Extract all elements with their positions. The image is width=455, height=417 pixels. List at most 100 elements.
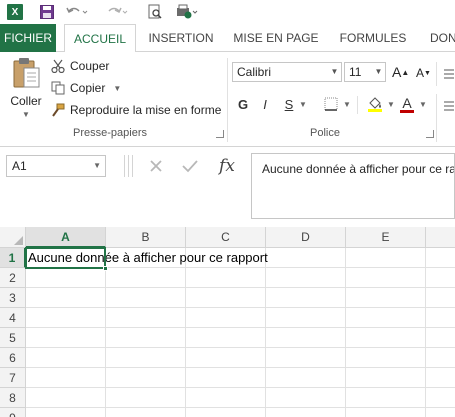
tab-formulas[interactable]: FORMULES — [334, 24, 412, 52]
column-header-a[interactable]: A — [26, 227, 106, 248]
grid-cell[interactable] — [186, 268, 266, 288]
grid-cell[interactable] — [426, 388, 455, 408]
grid-cell[interactable] — [346, 248, 426, 268]
customize-icon[interactable] — [174, 2, 200, 22]
grid-cell[interactable] — [266, 288, 346, 308]
formula-input[interactable]: Aucune donnée à afficher pour ce rapport — [251, 153, 455, 219]
copy-button[interactable]: Copier ▼ — [50, 78, 121, 98]
borders-button[interactable] — [320, 94, 342, 114]
underline-button[interactable]: S — [282, 94, 296, 114]
format-painter-button[interactable]: Reproduire la mise en forme — [50, 100, 221, 120]
grid-cell[interactable] — [426, 368, 455, 388]
align-icon[interactable] — [444, 64, 454, 84]
row-header-9[interactable]: 9 — [0, 408, 26, 417]
clipboard-launcher-icon[interactable] — [216, 130, 224, 138]
row-header-3[interactable]: 3 — [0, 288, 26, 308]
grid-cell[interactable] — [266, 408, 346, 417]
grid-cell[interactable] — [26, 348, 106, 368]
grid-cell[interactable] — [186, 368, 266, 388]
grid-cell[interactable] — [346, 268, 426, 288]
grid-cell[interactable] — [186, 348, 266, 368]
grid-cell[interactable] — [106, 248, 186, 268]
borders-dropdown-icon[interactable]: ▼ — [342, 94, 352, 114]
font-color-dropdown-icon[interactable]: ▼ — [418, 94, 428, 114]
grid-cell[interactable] — [106, 348, 186, 368]
grid-cell[interactable] — [266, 308, 346, 328]
grid-cell[interactable] — [186, 408, 266, 417]
enter-check-icon[interactable] — [178, 155, 202, 177]
row-header-6[interactable]: 6 — [0, 348, 26, 368]
column-header-e[interactable]: E — [346, 227, 426, 248]
active-cell-cursor[interactable] — [25, 247, 108, 271]
tab-home[interactable]: ACCUEIL — [64, 24, 136, 53]
grid-cell[interactable] — [346, 308, 426, 328]
fill-color-dropdown-icon[interactable]: ▼ — [386, 94, 396, 114]
tab-data[interactable]: DON — [424, 24, 455, 52]
grid-cell[interactable] — [26, 308, 106, 328]
grid-cell[interactable] — [186, 288, 266, 308]
grid-cell[interactable] — [346, 408, 426, 417]
grid-cell[interactable] — [26, 288, 106, 308]
font-color-button[interactable]: A — [398, 94, 416, 114]
grid-cell[interactable] — [266, 268, 346, 288]
row-header-4[interactable]: 4 — [0, 308, 26, 328]
grid-cell[interactable] — [426, 308, 455, 328]
grid-cell[interactable] — [26, 368, 106, 388]
grid-cell[interactable] — [346, 288, 426, 308]
paste-dropdown-icon[interactable]: ▼ — [22, 110, 30, 119]
grid-cell[interactable] — [266, 368, 346, 388]
insert-function-button[interactable]: fx — [214, 155, 240, 177]
grid-cell[interactable] — [186, 328, 266, 348]
shrink-font-button[interactable]: A ▼ — [416, 63, 431, 83]
grid-cell[interactable] — [106, 388, 186, 408]
grow-font-button[interactable]: A ▲ — [392, 62, 409, 82]
grid-cell[interactable] — [266, 248, 346, 268]
align-bottom-icon[interactable] — [444, 96, 454, 116]
italic-button[interactable]: I — [258, 94, 272, 114]
font-launcher-icon[interactable] — [426, 130, 434, 138]
grid-cell[interactable] — [426, 348, 455, 368]
grid-cell[interactable] — [266, 388, 346, 408]
fill-handle[interactable] — [103, 266, 108, 271]
paste-button[interactable]: Coller ▼ — [6, 56, 46, 126]
column-header-b[interactable]: B — [106, 227, 186, 248]
underline-dropdown-icon[interactable]: ▼ — [298, 94, 308, 114]
grid-cell[interactable] — [426, 288, 455, 308]
grid-cell[interactable] — [106, 288, 186, 308]
grid-cell[interactable] — [26, 408, 106, 417]
grid-cell[interactable] — [426, 408, 455, 417]
grid-cell[interactable] — [186, 388, 266, 408]
grid-cell[interactable] — [186, 308, 266, 328]
grid-cell[interactable] — [106, 368, 186, 388]
grid-cell[interactable] — [266, 348, 346, 368]
save-icon[interactable] — [38, 2, 56, 22]
font-name-select[interactable]: Calibri ▼ — [232, 62, 342, 82]
fill-color-button[interactable] — [364, 94, 386, 114]
undo-icon[interactable] — [64, 2, 90, 22]
tab-insert[interactable]: INSERTION — [144, 24, 218, 52]
grid-cell[interactable] — [346, 368, 426, 388]
column-header-c[interactable]: C — [186, 227, 266, 248]
row-header-5[interactable]: 5 — [0, 328, 26, 348]
tab-page-layout[interactable]: MISE EN PAGE — [228, 24, 324, 52]
grid-cell[interactable] — [26, 328, 106, 348]
grid-cell[interactable] — [106, 308, 186, 328]
cancel-icon[interactable] — [144, 155, 168, 177]
tab-file[interactable]: FICHIER — [0, 24, 56, 52]
grid-cell[interactable] — [106, 268, 186, 288]
row-header-2[interactable]: 2 — [0, 268, 26, 288]
column-header-d[interactable]: D — [266, 227, 346, 248]
grid-cell[interactable] — [266, 328, 346, 348]
grid-cell[interactable] — [426, 268, 455, 288]
grid-cell[interactable] — [346, 328, 426, 348]
print-preview-icon[interactable] — [146, 2, 164, 22]
grid-cell[interactable] — [106, 328, 186, 348]
name-box[interactable]: A1 ▼ — [6, 155, 106, 177]
grid-cell[interactable] — [346, 348, 426, 368]
grid-cell[interactable] — [26, 388, 106, 408]
grid-cell[interactable] — [346, 388, 426, 408]
row-header-7[interactable]: 7 — [0, 368, 26, 388]
grid-cell[interactable] — [426, 328, 455, 348]
grid-cell[interactable] — [426, 248, 455, 268]
bold-button[interactable]: G — [236, 94, 250, 114]
